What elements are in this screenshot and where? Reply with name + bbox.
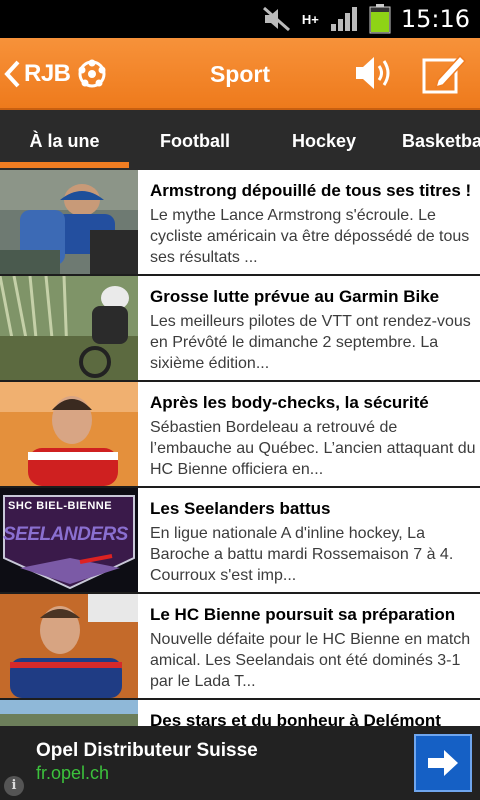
article-list: Armstrong dépouillé de tous ses titres !… [0,170,480,726]
thumbnail-caption-main: SEELANDERS [3,524,128,545]
ad-banner[interactable]: Opel Distributeur Suisse fr.opel.ch i [0,726,480,800]
article-summary: En ligue nationale A d'inline hockey, La… [150,525,454,584]
article-summary: Les meilleurs pilotes de VTT ont rendez-… [150,313,471,372]
tab-basketball[interactable]: Basketball [387,110,480,170]
list-item[interactable]: Grosse lutte prévue au Garmin Bike Les m… [0,276,480,382]
thumbnail-caption-top: SHC BIEL-BIENNE [8,500,113,512]
list-item[interactable]: Après les body-checks, la sécurité Sébas… [0,382,480,488]
article-thumbnail [0,594,138,698]
status-bar: H+ 15:16 [0,0,480,38]
back-button[interactable]: RJB [0,38,112,110]
signal-icon [330,7,357,31]
article-thumbnail [0,700,138,726]
ad-url[interactable]: fr.opel.ch [36,763,109,784]
ad-title: Opel Distributeur Suisse [36,740,258,761]
article-thumbnail [0,382,138,486]
network-type-label: H+ [301,11,319,27]
list-item[interactable]: SHC BIEL-BIENNE SEELANDERS Les Seelander… [0,488,480,594]
logo-text: RJB [24,60,71,87]
app-bar: RJB Sport [0,38,480,110]
sound-button[interactable] [350,50,396,96]
tab-football[interactable]: Football [129,110,261,170]
list-item[interactable]: Armstrong dépouillé de tous ses titres !… [0,170,480,276]
article-thumbnail: SHC BIEL-BIENNE SEELANDERS [0,488,138,592]
article-summary: Nouvelle défaite pour le HC Bienne en ma… [150,631,471,690]
category-tabs: À la une Football Hockey Basketball [0,110,480,170]
arrow-right-icon [428,750,458,776]
tab-hockey[interactable]: Hockey [261,110,387,170]
article-title: Le HC Bienne poursuit sa préparation [150,605,456,624]
article-title: Les Seelanders battus [150,499,331,518]
edit-icon [422,54,467,94]
article-summary: Le mythe Lance Armstrong s'écroule. Le c… [150,207,470,266]
info-icon[interactable]: i [4,776,24,796]
chevron-left-icon [4,60,20,88]
article-summary: Sébastien Bordeleau a retrouvé de l’emba… [150,419,476,478]
list-item[interactable]: Le HC Bienne poursuit sa préparation Nou… [0,594,480,700]
tab-a-la-une[interactable]: À la une [0,110,129,170]
article-thumbnail [0,170,138,274]
article-title: Grosse lutte prévue au Garmin Bike [150,287,440,306]
speaker-icon [356,57,390,89]
logo-dots-icon [78,59,106,88]
article-title: Après les body-checks, la sécurité [150,393,429,412]
compose-button[interactable] [420,50,468,98]
list-item[interactable]: Des stars et du bonheur à Delémont [0,700,480,726]
article-thumbnail [0,276,138,380]
article-title: Armstrong dépouillé de tous ses titres ! [150,181,472,200]
battery-icon [369,4,391,34]
mute-icon [262,6,290,32]
clock: 15:16 [400,5,470,33]
ad-open-button[interactable] [414,734,472,792]
article-title: Des stars et du bonheur à Delémont [150,711,441,726]
